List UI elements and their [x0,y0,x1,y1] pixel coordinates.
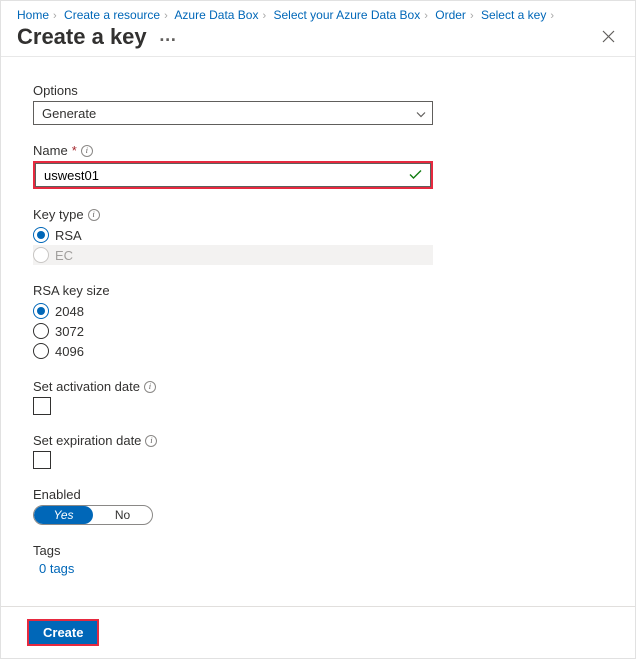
chevron-right-icon: › [550,10,554,22]
breadcrumb: Home › Create a resource › Azure Data Box ›… [1,1,635,24]
radio-label: RSA [55,228,82,243]
info-icon[interactable]: i [81,145,93,157]
toggle-no[interactable]: No [93,506,152,524]
more-icon[interactable]: … [159,26,178,44]
name-input[interactable] [35,163,431,187]
activation-checkbox[interactable] [33,397,51,415]
radio-label: EC [55,248,73,263]
radio-keysize-3072[interactable] [33,323,49,339]
keysize-label: RSA key size [33,283,605,298]
chevron-right-icon: › [262,10,266,22]
chevron-right-icon: › [470,10,474,22]
radio-label: 4096 [55,344,84,359]
keytype-label: Key type i [33,207,605,222]
chevron-right-icon: › [424,10,428,22]
enabled-toggle[interactable]: Yes No [33,505,153,525]
required-indicator: * [72,143,77,158]
breadcrumb-link[interactable]: Select your Azure Data Box [273,8,420,22]
page-title: Create a key … [17,24,178,50]
breadcrumb-link[interactable]: Azure Data Box [174,8,258,22]
options-select[interactable]: Generate [33,101,433,125]
chevron-right-icon: › [53,10,57,22]
tags-link[interactable]: 0 tags [33,561,605,576]
breadcrumb-link[interactable]: Home [17,8,49,22]
footer: Create [1,606,635,658]
info-icon[interactable]: i [145,435,157,447]
breadcrumb-link[interactable]: Create a resource [64,8,160,22]
tags-label: Tags [33,543,605,558]
activation-label: Set activation date i [33,379,605,394]
breadcrumb-link[interactable]: Select a key [481,8,546,22]
radio-label: 2048 [55,304,84,319]
chevron-right-icon: › [164,10,168,22]
breadcrumb-link[interactable]: Order [435,8,466,22]
info-icon[interactable]: i [144,381,156,393]
check-icon [409,168,422,183]
expiration-checkbox[interactable] [33,451,51,469]
name-label: Name * i [33,143,605,158]
create-button[interactable]: Create [27,619,99,646]
expiration-label: Set expiration date i [33,433,605,448]
radio-label: 3072 [55,324,84,339]
radio-keytype-ec [33,247,49,263]
header: Create a key … [1,24,635,57]
radio-keysize-2048[interactable] [33,303,49,319]
enabled-label: Enabled [33,487,605,502]
radio-keysize-4096[interactable] [33,343,49,359]
radio-keytype-rsa[interactable] [33,227,49,243]
info-icon[interactable]: i [88,209,100,221]
options-label: Options [33,83,605,98]
toggle-yes[interactable]: Yes [34,506,93,524]
close-icon[interactable] [598,26,619,49]
